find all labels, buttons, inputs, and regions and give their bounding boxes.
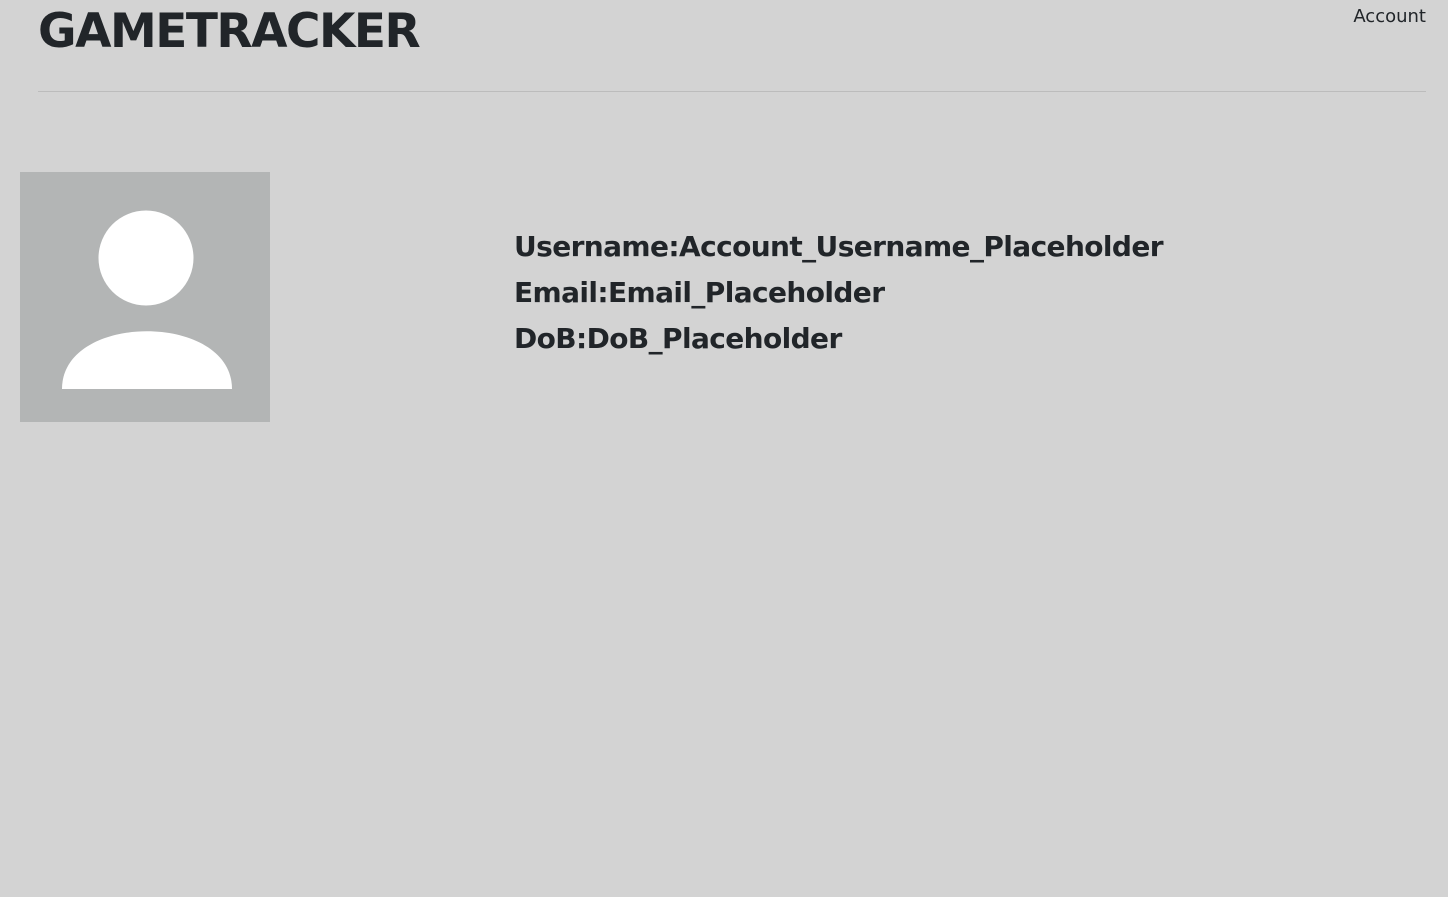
site-title: GAMETRACKER — [38, 4, 421, 59]
header-divider — [38, 91, 1426, 92]
profile-page: GAMETRACKER Account Username:Account_Use… — [0, 0, 1448, 897]
avatar — [20, 172, 270, 422]
dob-label: DoB: — [514, 322, 587, 355]
dob-row: DoB:DoB_Placeholder — [514, 316, 1163, 362]
username-row: Username:Account_Username_Placeholder — [514, 224, 1164, 270]
email-value: Email_Placeholder — [608, 276, 885, 309]
username-value: Account_Username_Placeholder — [679, 230, 1164, 263]
profile-info: Username:Account_Username_Placeholder Em… — [514, 224, 1164, 362]
user-silhouette-icon — [62, 210, 232, 389]
email-label: Email: — [514, 276, 609, 309]
account-link[interactable]: Account — [1353, 5, 1426, 29]
username-label: Username: — [514, 230, 680, 263]
dob-value: DoB_Placeholder — [586, 322, 843, 355]
email-row: Email:Email_Placeholder — [514, 270, 1163, 316]
